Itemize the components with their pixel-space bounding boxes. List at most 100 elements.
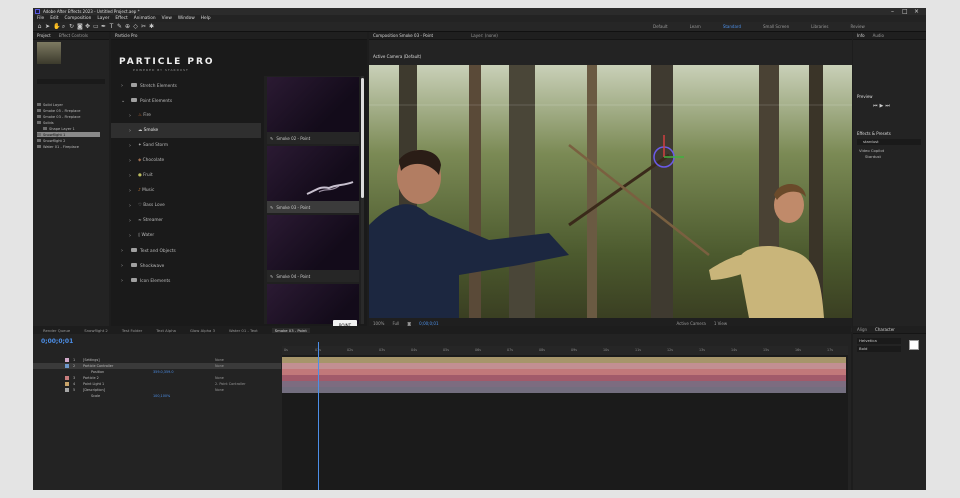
list-item[interactable]: Water 01 - Fireplace	[37, 144, 79, 149]
table-row[interactable]: Scale 100,100%	[33, 393, 281, 399]
clone-tool-icon[interactable]: ⊕	[125, 24, 130, 30]
timeline-tracks[interactable]: 0s 01s 02s 03s 04s 05s 06s 07s 08s 09s 1…	[282, 346, 848, 490]
menu-view[interactable]: View	[162, 16, 172, 21]
minimize-icon[interactable]: –	[891, 8, 894, 15]
layer-track-bar[interactable]	[282, 381, 846, 387]
tab-water-01-text[interactable]: Water 01 - Text	[229, 328, 258, 333]
workspace-learn[interactable]: Learn	[690, 24, 701, 29]
list-item[interactable]: Snowflight 2	[37, 138, 65, 143]
menu-composition[interactable]: Composition	[65, 16, 92, 21]
preset-thumbnail[interactable]	[267, 284, 359, 324]
tab-effect-controls[interactable]: Effect Controls	[59, 33, 88, 38]
category-streamer[interactable]: › ≈ Streamer	[111, 213, 261, 228]
table-row[interactable]: 1 [Settings] None	[33, 357, 281, 363]
tab-text-alpha[interactable]: Text Alpha	[156, 328, 176, 333]
category-point-elements[interactable]: ⌄ Point Elements	[111, 93, 261, 108]
pan-behind-tool-icon[interactable]: ✥	[85, 24, 90, 30]
category-icon-elements[interactable]: › Icon Elements	[111, 273, 261, 288]
category-sand-storm[interactable]: › ✦ Sand Storm	[111, 138, 261, 153]
preset-scrollbar[interactable]	[361, 76, 364, 324]
maximize-icon[interactable]: □	[902, 8, 908, 15]
tab-test-folder[interactable]: Test Folder	[122, 328, 142, 333]
view-layout-select[interactable]: 1 View	[714, 321, 727, 326]
table-row[interactable]: 4 Point Light 1 2. Point Controller	[33, 381, 281, 387]
workspace-small-screen[interactable]: Small Screen	[763, 24, 789, 29]
workspace-review[interactable]: Review	[850, 24, 864, 29]
scrollbar-thumb[interactable]	[361, 78, 364, 198]
zoom-tool-icon[interactable]: ⌕	[61, 24, 66, 30]
category-fire[interactable]: › ♨ Fire	[111, 108, 261, 123]
active-camera-select[interactable]: Active Camera	[676, 321, 705, 326]
home-icon[interactable]: ⌂	[37, 24, 42, 30]
tab-smoke-03-point[interactable]: Smoke 03 - Point	[271, 327, 310, 333]
roto-tool-icon[interactable]: ✂	[141, 24, 146, 30]
font-family-select[interactable]: Helvetica	[857, 338, 901, 344]
menu-edit[interactable]: Edit	[50, 16, 58, 21]
tab-snowflight-2[interactable]: Snowflight 2	[84, 328, 108, 333]
category-smoke[interactable]: › ☁ Smoke	[111, 123, 261, 138]
brush-tool-icon[interactable]: ✎	[117, 24, 122, 30]
effects-search-input[interactable]: stardust	[857, 139, 921, 145]
menu-animation[interactable]: Animation	[134, 16, 156, 21]
tab-render-queue[interactable]: Render Queue	[43, 328, 70, 333]
selection-tool-icon[interactable]: ➤	[45, 24, 50, 30]
resolution-select[interactable]: Full	[392, 321, 399, 326]
list-item[interactable]: Smoke 03 - Fireplace	[37, 114, 81, 119]
layer-track-bar[interactable]	[282, 363, 846, 369]
preset-caption[interactable]: ✎ Smoke 03 - Point	[267, 201, 359, 213]
menu-window[interactable]: Window	[178, 16, 195, 21]
camera-tool-icon[interactable]: ◙	[77, 24, 83, 30]
tab-audio[interactable]: Audio	[873, 33, 884, 38]
tab-info[interactable]: Info	[857, 33, 865, 38]
pen-tool-icon[interactable]: ✒	[101, 24, 106, 30]
composition-viewer[interactable]	[369, 65, 852, 318]
layer-track-bar[interactable]	[282, 375, 846, 381]
category-stretch-elements[interactable]: › Stretch Elements	[111, 78, 261, 93]
category-shockwave[interactable]: › Shockwave	[111, 258, 261, 273]
hand-tool-icon[interactable]: ✋	[53, 24, 60, 30]
menu-help[interactable]: Help	[201, 16, 211, 21]
shape-tool-icon[interactable]: ▭	[93, 24, 99, 30]
timeline-timecode[interactable]: 0;00;0;01	[41, 338, 73, 345]
effects-tree-item[interactable]: Video Copilot	[859, 148, 884, 153]
current-time-indicator[interactable]	[318, 342, 319, 490]
menu-layer[interactable]: Layer	[97, 16, 109, 21]
tab-particle-pro[interactable]: Particle Pro	[115, 33, 137, 38]
rotate-tool-icon[interactable]: ↻	[69, 24, 74, 30]
preset-thumbnail[interactable]	[267, 215, 359, 270]
last-frame-icon[interactable]: ⏭	[885, 103, 892, 109]
tab-align[interactable]: Align	[857, 327, 867, 332]
category-music[interactable]: › ♪ Music	[111, 183, 261, 198]
list-item[interactable]: Snowflight 1	[37, 132, 100, 137]
preset-caption[interactable]: ✎ Smoke 04 - Point	[267, 270, 359, 282]
layer-track-bar[interactable]	[282, 357, 846, 363]
font-style-select[interactable]: Bold	[857, 346, 901, 352]
puppet-tool-icon[interactable]: ✱	[149, 24, 154, 30]
tab-composition[interactable]: Composition Smoke 03 - Point	[373, 33, 433, 38]
menu-effect[interactable]: Effect	[115, 16, 127, 21]
layer-track-bar[interactable]	[282, 369, 846, 375]
preset-caption[interactable]: ✎ Smoke 02 - Point	[267, 132, 359, 144]
close-icon[interactable]: ×	[914, 8, 919, 15]
list-item[interactable]: Solid Layer	[37, 102, 63, 107]
layer-track-bar[interactable]	[282, 387, 846, 393]
table-row[interactable]: 3 Particle 2 None	[33, 375, 281, 381]
category-chocolate[interactable]: › ◆ Chocolate	[111, 153, 261, 168]
camera-icon[interactable]: ◙	[407, 321, 411, 326]
workspace-standard[interactable]: Standard	[723, 24, 741, 29]
category-fruit[interactable]: › ● Fruit	[111, 168, 261, 183]
tab-project[interactable]: Project	[37, 33, 51, 38]
tab-character[interactable]: Character	[875, 327, 895, 332]
effects-tree-item[interactable]: Stardust	[865, 154, 881, 159]
preset-thumbnail[interactable]	[267, 146, 359, 201]
tab-glow-alpha-3[interactable]: Glow Alpha 3	[190, 328, 215, 333]
category-text-and-objects[interactable]: › Text and Objects	[111, 243, 261, 258]
list-item[interactable]: Solids	[37, 120, 54, 125]
preset-thumbnail[interactable]	[267, 77, 359, 132]
category-bass-love[interactable]: › ♡ Bass Love	[111, 198, 261, 213]
category-water[interactable]: › ◊ Water	[111, 228, 261, 243]
table-row[interactable]: 2 Particle Controller None	[33, 363, 281, 369]
type-tool-icon[interactable]: T	[109, 24, 114, 30]
tab-layer[interactable]: Layer: (none)	[471, 33, 498, 38]
zoom-level[interactable]: 100%	[373, 321, 384, 326]
